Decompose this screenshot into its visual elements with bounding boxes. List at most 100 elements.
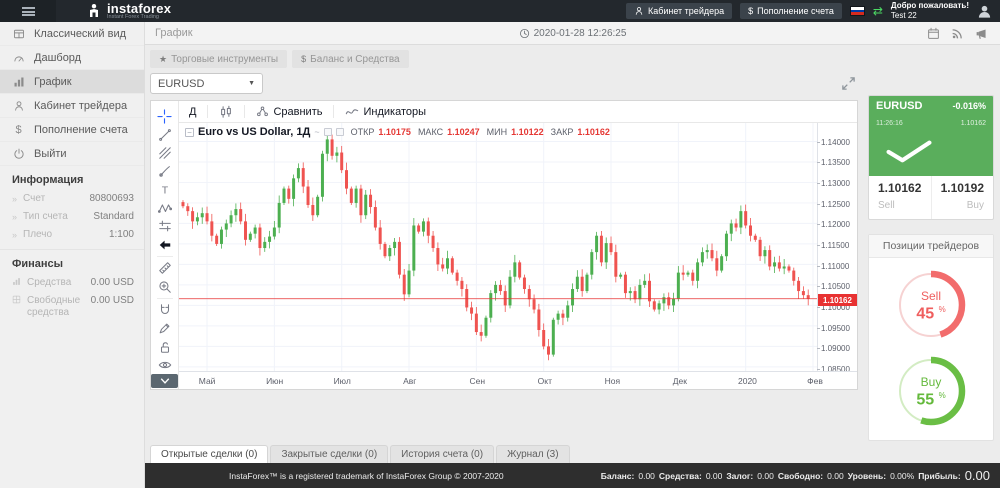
- tab-journal[interactable]: Журнал (3): [496, 445, 570, 463]
- info-value: 80800693: [90, 193, 135, 205]
- time-axis[interactable]: МайИюнИюлАвгСенОктНояДек2020Фев: [179, 371, 857, 389]
- deposit-button[interactable]: $ Пополнение счета: [740, 3, 842, 19]
- chart-icon: [12, 76, 25, 88]
- magnet-tool-icon[interactable]: [154, 301, 176, 319]
- arrow-left-icon[interactable]: [154, 236, 176, 254]
- high-label: МАКС: [418, 127, 443, 137]
- interval-button[interactable]: Д: [189, 106, 196, 118]
- finance-row-funds: Средства 0.00 USD: [0, 274, 144, 292]
- sell-button[interactable]: 1.10162 Sell: [869, 176, 932, 219]
- interval-label: Д: [189, 106, 196, 118]
- sidebar-item-label: Кабинет трейдера: [34, 100, 127, 112]
- person-icon: [634, 6, 644, 16]
- power-icon: [12, 148, 25, 160]
- collapse-legend-icon[interactable]: −: [185, 128, 194, 137]
- user-avatar-icon[interactable]: [977, 4, 992, 19]
- symbol-select-value: EURUSD: [158, 78, 204, 90]
- visibility-eye-icon[interactable]: [154, 356, 176, 374]
- sidebar-item-trader-cabinet[interactable]: Кабинет трейдера: [0, 94, 144, 118]
- sidebar-item-classic-view[interactable]: Классический вид: [0, 22, 144, 46]
- stat-value: 0.00: [757, 471, 774, 481]
- trading-instruments-label: Торговые инструменты: [171, 54, 278, 65]
- buy-button[interactable]: 1.10192 Buy: [932, 176, 994, 219]
- finance-label: Свободные средства: [27, 295, 91, 319]
- tab-closed-trades[interactable]: Закрытые сделки (0): [270, 445, 388, 463]
- quote-trend-check: [869, 132, 993, 176]
- trader-cabinet-label: Кабинет трейдера: [648, 6, 724, 16]
- open-value: 1.10175: [378, 127, 411, 137]
- star-icon: ★: [159, 54, 167, 65]
- price-tick-label: 1.09000: [821, 344, 850, 353]
- indicators-label: Индикаторы: [363, 106, 426, 118]
- stat-label: Баланс:: [601, 471, 635, 481]
- rss-icon[interactable]: [951, 27, 964, 40]
- time-tick-label: 2020: [738, 376, 757, 386]
- legend-more-icon[interactable]: ~: [314, 127, 319, 137]
- sidebar-item-label: График: [34, 76, 72, 88]
- svg-text:T: T: [161, 184, 168, 196]
- tab-open-trades[interactable]: Открытые сделки (0): [150, 445, 268, 463]
- chart-legend: − Euro vs US Dollar, 1Д ~ ОТКР 1.10175 М…: [185, 126, 610, 138]
- wave-icon: [345, 105, 359, 119]
- traders-positions-card: Позиции трейдеров Sell 45 %: [868, 234, 994, 441]
- gann-fib-tool-icon[interactable]: [154, 144, 176, 162]
- chart-type-button[interactable]: [219, 105, 233, 119]
- high-value: 1.10247: [447, 127, 480, 137]
- crosshair-tool-icon[interactable]: [154, 107, 176, 125]
- zoom-in-tool-icon[interactable]: [154, 277, 176, 295]
- chart-plot[interactable]: − Euro vs US Dollar, 1Д ~ ОТКР 1.10175 М…: [179, 123, 817, 371]
- fullscreen-icon[interactable]: [841, 76, 856, 91]
- trend-line-tool-icon[interactable]: [154, 125, 176, 143]
- sidebar-item-deposit[interactable]: $ Пополнение счета: [0, 118, 144, 142]
- trader-cabinet-button[interactable]: Кабинет трейдера: [626, 3, 732, 19]
- unlock-icon[interactable]: [154, 338, 176, 356]
- sidebar-item-chart[interactable]: График: [0, 70, 144, 94]
- deposit-label: Пополнение счета: [757, 6, 834, 16]
- info-section-title: Информация: [0, 166, 144, 190]
- instaforex-logo[interactable]: instaforex Instant Forex Trading: [86, 3, 171, 20]
- dollar-icon: $: [12, 124, 25, 136]
- sidebar-item-logout[interactable]: Выйти: [0, 142, 144, 166]
- tab-label: Открытые сделки (0): [161, 449, 257, 460]
- tools-collapse-button[interactable]: [151, 374, 178, 388]
- price-tick-label: 1.12000: [821, 220, 850, 229]
- finance-value: 0.00 USD: [91, 277, 134, 289]
- symbol-select[interactable]: EURUSD ▼: [150, 73, 263, 94]
- legend-settings-icon[interactable]: [324, 128, 332, 136]
- stat-label: Свободно:: [778, 471, 823, 481]
- finance-section-title: Финансы: [0, 249, 144, 274]
- stat-value: 0.00: [638, 471, 655, 481]
- russian-flag-icon[interactable]: [850, 6, 865, 16]
- pattern-tool-icon[interactable]: [154, 199, 176, 217]
- trading-instruments-button[interactable]: ★ Торговые инструменты: [150, 50, 287, 68]
- megaphone-icon[interactable]: [975, 27, 988, 40]
- dashboard-icon: [12, 52, 25, 64]
- finance-row-free-funds: Свободные средства 0.00 USD: [0, 292, 144, 322]
- calendar-icon[interactable]: [927, 27, 940, 40]
- brush-tool-icon[interactable]: [154, 162, 176, 180]
- text-tool-icon[interactable]: T: [154, 181, 176, 199]
- balance-funds-label: Баланс и Средства: [310, 54, 400, 65]
- stat-value: 0.00%: [890, 471, 914, 481]
- chart-toolbar: Д Сравнить: [179, 101, 857, 123]
- balance-funds-button[interactable]: $ Баланс и Средства: [292, 50, 409, 68]
- drawing-lock-icon[interactable]: [154, 319, 176, 337]
- price-axis[interactable]: 1.140001.135001.130001.125001.120001.115…: [817, 123, 857, 371]
- currency-swap-icon[interactable]: ⇄: [873, 5, 883, 17]
- stat-label: Средства:: [659, 471, 702, 481]
- ruler-tool-icon[interactable]: [154, 259, 176, 277]
- compare-button[interactable]: Сравнить: [256, 105, 322, 118]
- tab-account-history[interactable]: История счета (0): [390, 445, 494, 463]
- sidebar-item-dashboard[interactable]: Дашборд: [0, 46, 144, 70]
- account-stats: Баланс:0.00 Средства:0.00 Залог:0.00 Сво…: [601, 468, 990, 483]
- candlestick-icon: [219, 105, 233, 119]
- person-icon: [12, 100, 25, 112]
- time-tick-label: Ноя: [605, 376, 620, 386]
- time-tick-label: Дек: [673, 376, 687, 386]
- low-value: 1.10122: [511, 127, 544, 137]
- indicators-button[interactable]: Индикаторы: [345, 105, 426, 119]
- hamburger-menu-icon[interactable]: [0, 0, 56, 22]
- username: Test 22: [891, 11, 917, 20]
- legend-visibility-icon[interactable]: [336, 128, 344, 136]
- forecast-tool-icon[interactable]: [154, 217, 176, 235]
